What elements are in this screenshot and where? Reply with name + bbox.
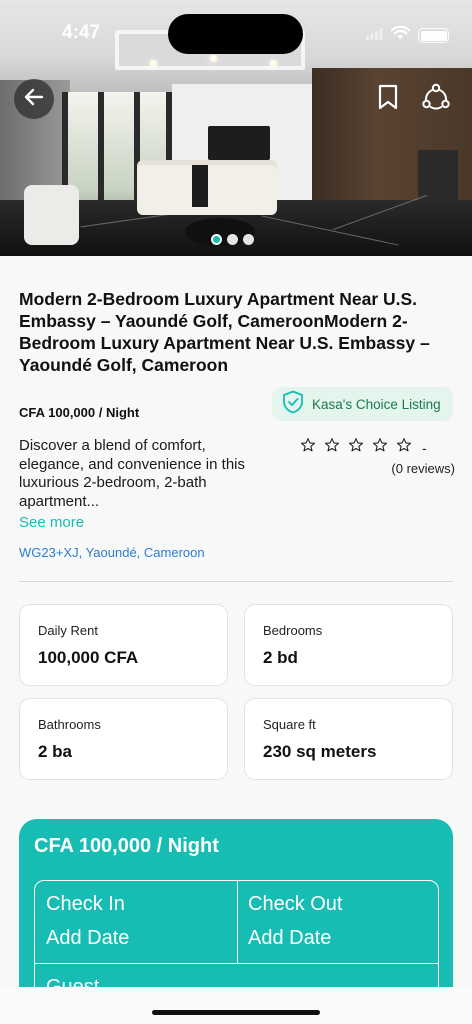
battery-icon [418, 28, 449, 43]
photo-light [150, 60, 157, 67]
choice-badge: Kasa's Choice Listing [272, 387, 453, 421]
bottom-safe-area [0, 987, 472, 1024]
check-in-value: Add Date [46, 927, 130, 949]
photo-page-indicator[interactable] [211, 234, 254, 245]
star-icon [348, 437, 364, 458]
wifi-icon [390, 25, 411, 45]
grid-divider [237, 881, 238, 963]
share-button[interactable] [416, 79, 456, 119]
check-out-label: Check Out [248, 893, 343, 915]
square-ft-card: Square ft 230 sq meters [244, 698, 453, 780]
card-value: 100,000 CFA [38, 648, 139, 667]
card-value: 2 bd [263, 648, 298, 667]
photo-throw [192, 165, 208, 207]
status-time: 4:47 [62, 22, 101, 43]
check-out-field[interactable]: Check Out Add Date [248, 887, 342, 955]
photo-light [210, 55, 217, 62]
card-label: Bedrooms [263, 623, 323, 638]
photo-light [270, 60, 277, 67]
grid-divider [35, 963, 438, 964]
page-dot[interactable] [211, 234, 222, 245]
review-count: (0 reviews) [391, 461, 455, 476]
check-out-value: Add Date [248, 927, 332, 949]
bookmark-button[interactable] [368, 79, 408, 119]
listing-price: CFA 100,000 / Night [19, 405, 140, 420]
rating[interactable]: - (0 reviews) [300, 437, 455, 476]
rating-stars: - [300, 437, 455, 458]
star-icon [396, 437, 412, 458]
card-label: Bathrooms [38, 717, 101, 732]
check-in-label: Check In [46, 893, 125, 915]
share-icon [422, 83, 450, 116]
card-label: Square ft [263, 717, 316, 732]
status-icons [366, 25, 449, 45]
check-in-field[interactable]: Check In Add Date [46, 887, 129, 955]
page-dot[interactable] [243, 234, 254, 245]
signal-icon [366, 27, 383, 45]
page-dot[interactable] [227, 234, 238, 245]
card-value: 230 sq meters [263, 742, 377, 761]
daily-rent-card: Daily Rent 100,000 CFA [19, 604, 228, 686]
bookmark-icon [377, 84, 399, 115]
address-link[interactable]: WG23+XJ, Yaoundé, Cameroon [19, 545, 205, 560]
star-icon [300, 437, 316, 458]
choice-badge-label: Kasa's Choice Listing [312, 396, 441, 412]
card-label: Daily Rent [38, 623, 98, 638]
booking-price: CFA 100,000 / Night [34, 835, 219, 857]
star-icon [372, 437, 388, 458]
listing-description: Discover a blend of comfort, elegance, a… [19, 437, 245, 510]
arrow-left-icon [23, 86, 45, 113]
home-indicator[interactable] [152, 1010, 320, 1015]
photo-chair [24, 185, 79, 245]
photo-tv [208, 126, 270, 160]
shield-check-icon [282, 390, 304, 419]
listing-title: Modern 2-Bedroom Luxury Apartment Near U… [19, 289, 430, 375]
card-value: 2 ba [38, 742, 73, 761]
bedrooms-card: Bedrooms 2 bd [244, 604, 453, 686]
star-icon [324, 437, 340, 458]
see-more-link[interactable]: See more [19, 514, 84, 531]
rating-value: - [422, 439, 427, 456]
dynamic-island [168, 14, 303, 54]
back-button[interactable] [14, 79, 54, 119]
bathrooms-card: Bathrooms 2 ba [19, 698, 228, 780]
divider [19, 581, 453, 582]
